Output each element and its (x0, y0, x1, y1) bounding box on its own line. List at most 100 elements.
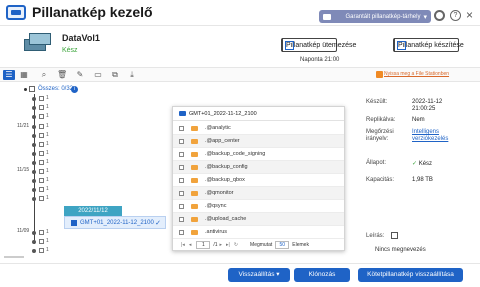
selected-snapshot-row[interactable]: GMT+01_2022-11-12_2100 ✓ (64, 216, 166, 229)
chevron-down-icon: ▾ (276, 271, 280, 278)
snapshot-total-count: Összes: 0/32 (38, 86, 74, 92)
file-name: .@backup_config (205, 164, 248, 170)
file-checkbox[interactable] (179, 203, 184, 209)
items-per-page-label: Megmutat (250, 242, 273, 248)
file-checkbox[interactable] (179, 190, 184, 196)
timeline-overview-controls[interactable] (24, 86, 37, 93)
chevron-down-icon: ▾ (423, 13, 427, 21)
file-name: .@upload_cache (205, 216, 247, 222)
snapshot-checkbox[interactable] (71, 219, 77, 226)
timeline-date-label: 11/21 (17, 123, 30, 129)
pagination-bar: |◂ ◂ 1 /1 ▸ ▸| ↻ Megmutat 50 Elemek (173, 238, 344, 251)
file-checkbox[interactable] (179, 164, 184, 170)
capacity-value: 1,98 TB (412, 177, 433, 183)
file-checkbox[interactable] (179, 216, 184, 222)
selected-snapshot-date: 2022/11/12 (64, 206, 122, 216)
file-name: .@backup_qbox (205, 177, 245, 183)
timeline-date-label: 11/15 (17, 167, 30, 173)
created-date: 2022-11-12 (412, 99, 443, 105)
schedule-snapshot-button[interactable]: Pillanatkép ütemezése (281, 38, 356, 52)
close-icon[interactable]: × (466, 8, 473, 22)
file-row[interactable]: .@backup_config (173, 161, 344, 174)
list-view-icon[interactable]: ☰ (3, 70, 15, 80)
file-row[interactable]: .@qsync (173, 200, 344, 213)
folder-icon (191, 177, 198, 183)
info-icon[interactable]: i (71, 86, 78, 93)
timeline-date-label: 11/09 (17, 228, 30, 234)
file-row[interactable]: .antivirus (173, 226, 344, 239)
restore-button[interactable]: Visszaállítás ▾ (228, 268, 290, 282)
checkmark-icon: ✓ (155, 219, 161, 227)
note-label: Leírás: (366, 233, 385, 239)
items-label: Elemek (292, 242, 309, 248)
volume-name: DataVol1 (62, 33, 100, 43)
edit-note-icon[interactable] (391, 232, 398, 239)
file-row[interactable]: .@analytic (173, 122, 344, 135)
guaranteed-storage-dropdown[interactable]: Garantált pillanatkép-tárhely ▾ (319, 10, 431, 23)
retention-policy-link[interactable]: Intelligens (412, 129, 439, 135)
file-checkbox[interactable] (179, 229, 184, 235)
delete-icon[interactable]: 🗑 (57, 70, 67, 80)
file-name: .@app_center (205, 138, 240, 144)
file-row[interactable]: .@qmonitor (173, 187, 344, 200)
calendar-icon (282, 38, 294, 52)
file-name: .@qmonitor (205, 190, 234, 196)
status-text: Kész (418, 161, 433, 167)
toolbar: ☰ ▦ ⌕ 🗑 ✎ ▭ ⧉ ⤓ Nyissa meg a File Statio… (0, 67, 480, 82)
copy-icon[interactable]: ⧉ (110, 70, 120, 80)
first-page-icon[interactable]: |◂ (181, 242, 185, 248)
edit-icon[interactable]: ✎ (75, 70, 85, 80)
app-title: Pillanatkép kezelő (32, 4, 153, 20)
browser-path-bar: GMT+01_2022-11-12_2100 (173, 107, 344, 121)
file-station-icon (376, 71, 383, 78)
download-icon[interactable]: ⤓ (127, 70, 137, 80)
prev-page-icon[interactable]: ◂ (189, 242, 192, 248)
grid-view-icon[interactable]: ▦ (19, 70, 29, 80)
folder-icon (191, 151, 198, 157)
folder-icon (191, 203, 198, 209)
file-row[interactable]: .@backup_qbox (173, 174, 344, 187)
volume-icon (24, 33, 52, 53)
status-value: ✓ Kész (412, 160, 432, 167)
folder-icon (191, 138, 198, 144)
file-row[interactable]: .@backup_code_signing (173, 148, 344, 161)
help-icon[interactable]: ? (450, 10, 461, 21)
folder-icon (191, 190, 198, 196)
file-checkbox[interactable] (179, 138, 184, 144)
last-page-icon[interactable]: ▸| (226, 242, 230, 248)
schedule-time: Naponta 21:00 (300, 57, 340, 63)
next-page-icon[interactable]: ▸ (220, 242, 223, 248)
clone-button[interactable]: Klónozás (294, 268, 350, 282)
folder-icon (191, 125, 198, 131)
storage-dropdown-label: Garantált pillanatkép-tárhely (345, 13, 421, 20)
file-row[interactable]: .@upload_cache (173, 213, 344, 226)
schedule-snapshot-label: Pillanatkép ütemezése (286, 41, 357, 49)
retention-policy-link-line2[interactable]: verziókezelés (412, 136, 448, 142)
browser-path: GMT+01_2022-11-12_2100 (189, 110, 257, 117)
refresh-icon[interactable]: ↻ (234, 242, 238, 248)
snapshot-icon (179, 111, 186, 116)
gear-icon[interactable] (434, 10, 445, 21)
revert-volume-snapshot-button[interactable]: Kötetpillanatkép visszaállítása (358, 268, 463, 282)
file-checkbox[interactable] (179, 125, 184, 131)
created-label: Készült: (366, 99, 388, 105)
file-name: .antivirus (205, 229, 228, 235)
file-name: .@qsync (205, 203, 227, 209)
search-icon[interactable]: ⌕ (39, 70, 49, 80)
page-total: /1 (213, 242, 218, 248)
file-checkbox[interactable] (179, 151, 184, 157)
page-number-input[interactable]: 1 (196, 241, 211, 249)
folder-icon (191, 216, 198, 222)
restore-label: Visszaállítás (238, 271, 275, 278)
file-checkbox[interactable] (179, 177, 184, 183)
folder-icon (191, 229, 198, 235)
snapshot-manager-app-icon (6, 5, 26, 20)
take-snapshot-button[interactable]: Pillanatkép készítése (393, 38, 464, 52)
items-per-page-select[interactable]: 50 (275, 241, 290, 249)
created-time: 21:00:25 (412, 106, 436, 112)
open-in-file-station-link[interactable]: Nyissa meg a File Stationben (384, 71, 449, 77)
file-row[interactable]: .@app_center (173, 135, 344, 148)
horizontal-scrollbar[interactable] (4, 256, 24, 258)
folder-open-icon[interactable]: ▭ (93, 70, 103, 80)
folder-icon (191, 164, 198, 170)
